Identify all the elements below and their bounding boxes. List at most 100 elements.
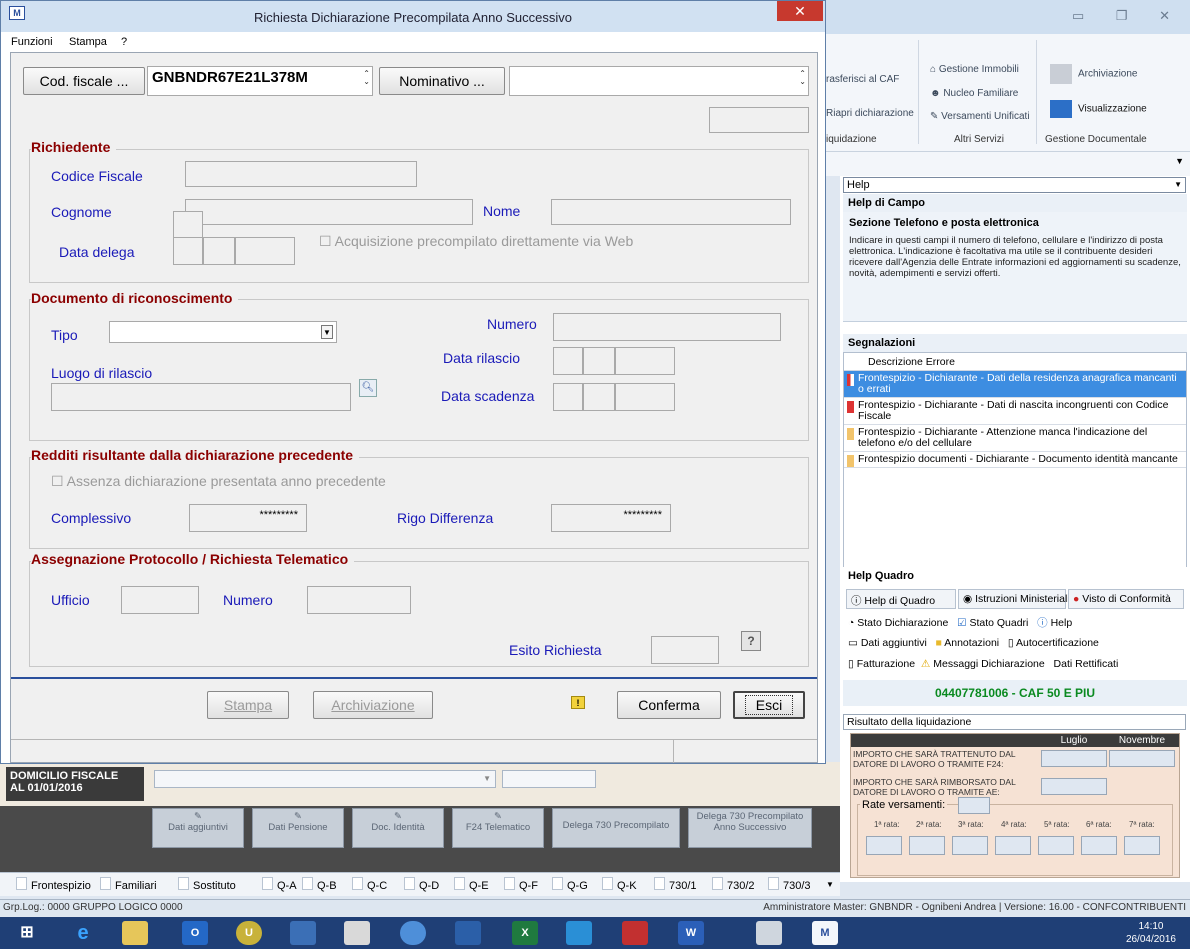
chevron-down-icon[interactable]: ▼ — [1175, 156, 1184, 166]
liquidazione-table: Luglio Novembre IMPORTO CHE SARÀ TRATTEN… — [850, 733, 1180, 878]
tab-qg[interactable]: Q-G — [552, 877, 588, 892]
app-ue-icon[interactable]: U — [236, 921, 262, 945]
warning-icon: ! — [571, 696, 585, 709]
chevron-down-icon[interactable]: ▼ — [826, 880, 834, 889]
nominativo-button[interactable]: Nominativo ... — [379, 67, 505, 95]
app-icon[interactable] — [455, 921, 481, 945]
spinner-icon[interactable]: ⌃ ⌄ — [799, 70, 806, 86]
codice-fiscale-input[interactable] — [185, 161, 417, 187]
spinner-icon[interactable]: ⌃ ⌄ — [363, 70, 370, 86]
app-icon[interactable] — [344, 921, 370, 945]
tab-familiari[interactable]: Familiari — [100, 877, 157, 892]
search-icon[interactable]: 🔍︎ — [359, 379, 377, 397]
delega-day-input[interactable] — [173, 237, 203, 265]
scadenza-year-input[interactable] — [615, 383, 675, 411]
globe-icon: ◉ — [963, 593, 976, 605]
tab-qb[interactable]: Q-B — [302, 877, 337, 892]
tab-qk[interactable]: Q-K — [602, 877, 637, 892]
menu-help[interactable]: ? — [121, 36, 127, 48]
conferma-button[interactable]: Conferma — [617, 691, 721, 719]
numero-doc-input[interactable] — [553, 313, 781, 341]
file-explorer-icon[interactable] — [122, 921, 148, 945]
doc-identita-button[interactable]: ✎ Doc. Identità — [352, 808, 444, 848]
ribbon-item-gestione-immobili[interactable]: ⌂ Gestione Immobili — [930, 64, 1019, 75]
teamviewer-icon[interactable] — [566, 921, 592, 945]
word-icon[interactable]: W — [678, 921, 704, 945]
comune-select[interactable]: ▼ — [154, 770, 496, 788]
cod-fiscale-button[interactable]: Cod. fiscale ... — [23, 67, 145, 95]
ribbon-item-archiviazione[interactable]: Archiviazione — [1050, 64, 1137, 84]
tab-qf[interactable]: Q-F — [504, 877, 538, 892]
window-controls[interactable]: ▭ ❐ ✕ — [1072, 8, 1184, 24]
tab-qe[interactable]: Q-E — [454, 877, 489, 892]
archiviazione-button[interactable]: Archiviazione — [313, 691, 433, 719]
ufficio-input[interactable] — [121, 586, 199, 614]
tab-730-1[interactable]: 730/1 — [654, 877, 697, 892]
cod-fiscale-field[interactable]: GNBNDR67E21L378M ⌃ ⌄ — [147, 66, 373, 96]
ribbon-item-versamenti[interactable]: ✎ Versamenti Unificati — [930, 111, 1030, 122]
app-icon[interactable] — [290, 921, 316, 945]
phone-app-icon[interactable] — [622, 921, 648, 945]
tipo-select[interactable]: ▼ — [109, 321, 337, 343]
status-right: Amministratore Master: GNBNDR - Ognibeni… — [763, 902, 1186, 913]
tab-qc[interactable]: Q-C — [352, 877, 387, 892]
help-quadro-line[interactable]: ◔ Stato Dichiarazione ☑ Stato Quadri ⓘ H… — [848, 615, 1072, 630]
data-scadenza-label: Data scadenza — [441, 388, 535, 404]
f24-telematico-button[interactable]: ✎ F24 Telematico — [452, 808, 544, 848]
delega-month-input[interactable] — [203, 237, 235, 265]
dati-aggiuntivi-button[interactable]: ✎ Dati aggiuntivi — [152, 808, 244, 848]
help-select[interactable]: Help ▼ — [843, 177, 1186, 193]
delega-730-anno-successivo-button[interactable]: Delega 730 Precompilato Anno Successivo — [688, 808, 812, 848]
tab-qd[interactable]: Q-D — [404, 877, 439, 892]
esci-button[interactable]: Esci — [733, 691, 805, 719]
luogo-rilascio-input[interactable] — [51, 383, 351, 411]
internet-explorer-icon[interactable]: e — [70, 921, 96, 945]
ribbon-item[interactable]: rasferisci al CAF — [826, 74, 899, 85]
ribbon-group-label: Altri Servizi — [954, 134, 1005, 145]
tab-frontespizio[interactable]: Frontespizio — [16, 877, 91, 892]
warning-flag-icon — [847, 428, 854, 440]
istruzioni-button[interactable]: ◉ Istruzioni Ministeriali — [958, 589, 1070, 609]
numero-protocollo-input[interactable] — [307, 586, 411, 614]
provincia-field[interactable] — [502, 770, 596, 788]
cognome-input[interactable] — [185, 199, 473, 225]
error-row[interactable]: Frontespizio - Dichiarante - Dati della … — [844, 371, 1186, 398]
dati-pensione-button[interactable]: ✎ Dati Pensione — [252, 808, 344, 848]
menu-stampa[interactable]: Stampa — [69, 36, 107, 48]
nome-input[interactable] — [551, 199, 791, 225]
excel-icon[interactable]: X — [512, 921, 538, 945]
error-row[interactable]: Frontespizio - Dichiarante - Dati di nas… — [844, 398, 1186, 425]
delega-year-input[interactable] — [235, 237, 295, 265]
help-di-quadro-button[interactable]: ⓘ Help di Quadro — [846, 589, 956, 609]
rilascio-day-input[interactable] — [553, 347, 583, 375]
outlook-icon[interactable]: O — [182, 921, 208, 945]
clock[interactable]: 14:10 26/04/2016 — [1126, 920, 1176, 946]
ribbon-item-visualizzazione[interactable]: Visualizzazione — [1050, 100, 1147, 118]
app-icon[interactable] — [400, 921, 426, 945]
help-quadro-line[interactable]: ▯ Fatturazione ⚠ Messaggi Dichiarazione … — [848, 658, 1118, 670]
tab-730-2[interactable]: 730/2 — [712, 877, 755, 892]
rilascio-month-input[interactable] — [583, 347, 615, 375]
scadenza-day-input[interactable] — [553, 383, 583, 411]
tab-qa[interactable]: Q-A — [262, 877, 297, 892]
scadenza-month-input[interactable] — [583, 383, 615, 411]
rilascio-year-input[interactable] — [615, 347, 675, 375]
stampa-button[interactable]: Stampa — [207, 691, 289, 719]
ribbon-item-nucleo-familiare[interactable]: ☻ Nucleo Familiare — [930, 88, 1018, 99]
visto-button[interactable]: ● Visto di Conformità — [1068, 589, 1184, 609]
value-box — [1041, 750, 1107, 767]
delega-730-button[interactable]: Delega 730 Precompilato — [552, 808, 680, 848]
tab-sostituto[interactable]: Sostituto — [178, 877, 236, 892]
app-icon[interactable] — [756, 921, 782, 945]
ribbon-item[interactable]: Riapri dichiarazione — [826, 108, 914, 119]
close-icon[interactable]: ✕ — [777, 1, 823, 21]
active-app-icon[interactable]: M — [812, 921, 838, 945]
windows-start-icon[interactable]: ⊞ — [14, 921, 40, 945]
help-question-icon[interactable]: ? — [741, 631, 761, 651]
nominativo-field[interactable]: ⌃ ⌄ — [509, 66, 809, 96]
menu-funzioni[interactable]: Funzioni — [11, 36, 53, 48]
error-row[interactable]: Frontespizio - Dichiarante - Attenzione … — [844, 425, 1186, 452]
tab-730-3[interactable]: 730/3 — [768, 877, 811, 892]
help-quadro-line[interactable]: ▭ Dati aggiuntivi ■ Annotazioni ▯ Autoce… — [848, 637, 1099, 649]
error-row[interactable]: Frontespizio documenti - Dichiarante - D… — [844, 452, 1186, 468]
